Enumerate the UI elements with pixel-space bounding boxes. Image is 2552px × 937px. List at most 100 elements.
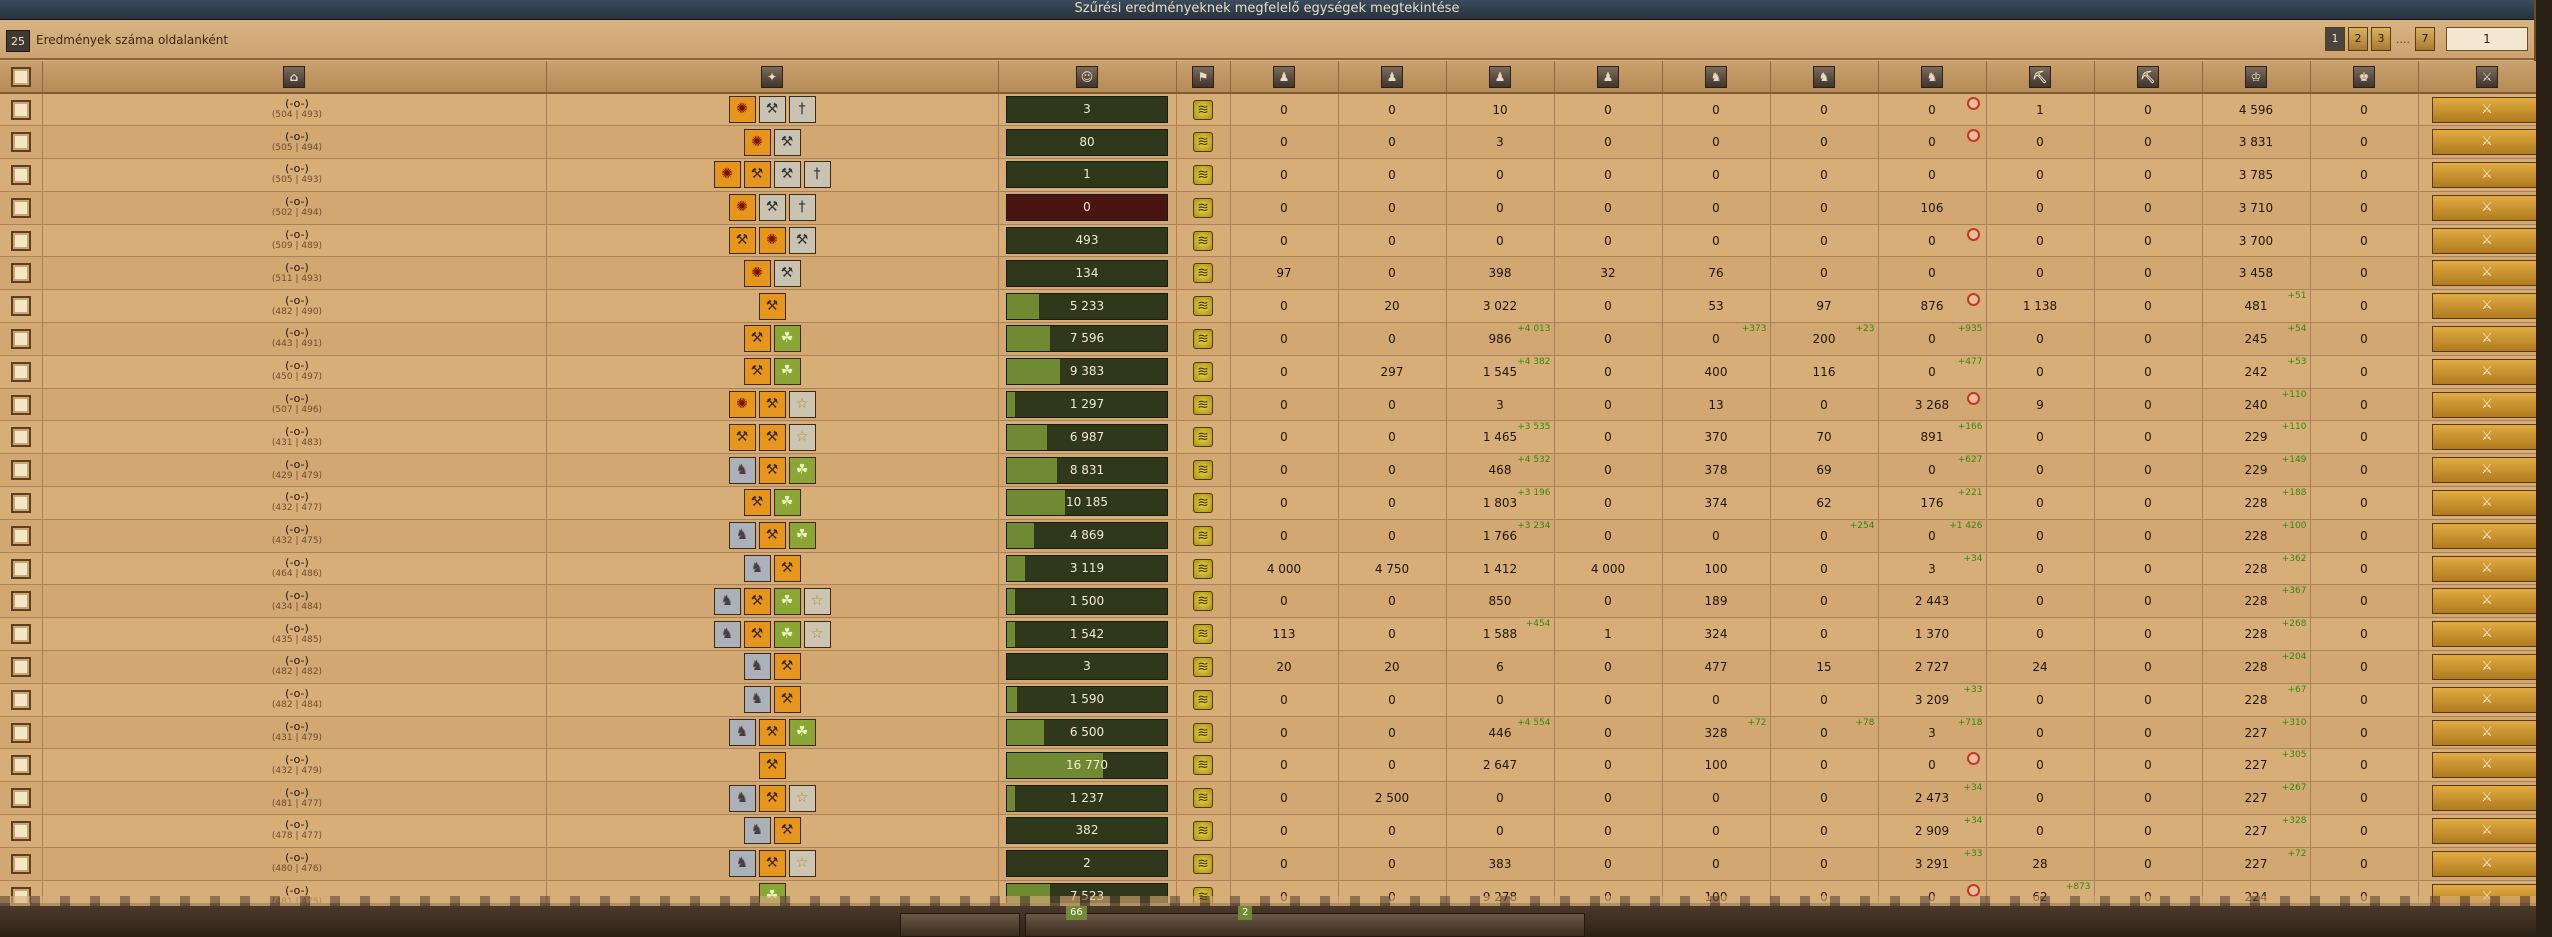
village-name[interactable]: (-o-)	[49, 688, 546, 700]
axe-effect-icon[interactable]: ⚒	[758, 194, 786, 222]
village-name[interactable]: (-o-)	[49, 557, 546, 569]
animal-effect-icon[interactable]: ♞	[728, 719, 756, 747]
mace-effect-icon[interactable]: ⚒	[743, 358, 771, 386]
star-icon[interactable]: ☆	[803, 587, 831, 615]
axe-effect-icon[interactable]: ⚒	[773, 128, 801, 156]
send-units-button[interactable]: ⚔	[2432, 358, 2542, 385]
mace-effect-icon[interactable]: ⚒	[758, 850, 786, 878]
mace-effect-icon[interactable]: ⚒	[758, 522, 786, 550]
col-header-axe-fighter[interactable]: ♟	[1446, 61, 1555, 94]
attack-rune-icon[interactable]: ✺	[743, 259, 771, 287]
star-icon[interactable]: ☆	[788, 391, 816, 419]
row-checkbox[interactable]	[10, 853, 31, 874]
village-name[interactable]: (-o-)	[49, 261, 546, 274]
col-header-ram[interactable]: ⛏	[1986, 61, 2095, 94]
village-name[interactable]: (-o-)	[49, 721, 546, 733]
row-checkbox[interactable]	[10, 394, 31, 415]
green-seal-icon[interactable]: ☘	[773, 325, 801, 353]
mace-effect-icon[interactable]: ⚒	[758, 456, 786, 484]
row-checkbox[interactable]	[10, 788, 31, 809]
col-header-action[interactable]: ⚔	[2418, 61, 2552, 94]
village-name[interactable]: (-o-)	[49, 425, 546, 438]
mace-effect-icon[interactable]: ⚒	[758, 751, 786, 779]
village-cell[interactable]: (-o-) (464 | 486)	[42, 552, 547, 586]
mace-effect-icon[interactable]: ⚒	[773, 653, 801, 681]
animal-effect-icon[interactable]: ♞	[728, 456, 756, 484]
mace-effect-icon[interactable]: ⚒	[758, 719, 786, 747]
row-checkbox[interactable]	[10, 656, 31, 677]
send-units-button[interactable]: ⚔	[2432, 621, 2542, 648]
page-3-button[interactable]: 3	[2371, 27, 2391, 51]
send-units-button[interactable]: ⚔	[2432, 227, 2542, 254]
village-cell[interactable]: (-o-) (509 | 489)	[42, 224, 547, 258]
village-cell[interactable]: (-o-) (432 | 477)	[42, 486, 547, 520]
axe-effect-icon[interactable]: ⚒	[773, 161, 801, 189]
footer-tab-center[interactable]: 66 2	[1025, 906, 1585, 937]
row-checkbox[interactable]	[10, 427, 31, 448]
village-cell[interactable]: (-o-) (481 | 477)	[42, 781, 547, 816]
village-name[interactable]: (-o-)	[49, 229, 546, 241]
row-checkbox[interactable]	[10, 689, 31, 710]
animal-effect-icon[interactable]: ♞	[713, 587, 741, 615]
mace-effect-icon[interactable]: ⚒	[758, 292, 786, 320]
send-units-button[interactable]: ⚔	[2432, 752, 2542, 779]
mace-effect-icon[interactable]: ⚒	[773, 817, 801, 845]
row-checkbox[interactable]	[10, 164, 31, 185]
village-cell[interactable]: (-o-) (502 | 494)	[42, 191, 547, 225]
animal-effect-icon[interactable]: ♞	[743, 653, 771, 681]
send-units-button[interactable]: ⚔	[2432, 686, 2542, 713]
send-units-button[interactable]: ⚔	[2432, 96, 2542, 123]
mace-effect-icon[interactable]: ⚒	[743, 587, 771, 615]
star-icon[interactable]: ☆	[788, 423, 816, 451]
send-units-button[interactable]: ⚔	[2432, 850, 2542, 877]
row-checkbox[interactable]	[10, 99, 31, 120]
send-units-button[interactable]: ⚔	[2432, 489, 2542, 516]
green-seal-icon[interactable]: ☘	[788, 522, 816, 550]
village-name[interactable]: (-o-)	[49, 524, 546, 536]
footer-tab-left[interactable]	[900, 913, 1020, 937]
village-cell[interactable]: (-o-) (478 | 477)	[42, 814, 547, 848]
village-cell[interactable]: (-o-) (429 | 479)	[42, 453, 547, 488]
green-seal-icon[interactable]: ☘	[773, 620, 801, 648]
village-cell[interactable]: (-o-) (432 | 479)	[42, 748, 547, 783]
col-header-mounted-archer[interactable]: ♞	[1770, 61, 1879, 94]
axe-effect-icon[interactable]: ⚒	[758, 96, 786, 124]
village-cell[interactable]: (-o-) (507 | 496)	[42, 388, 547, 422]
scrollbar-track[interactable]	[2536, 0, 2552, 937]
village-cell[interactable]: (-o-) (432 | 475)	[42, 519, 547, 553]
send-units-button[interactable]: ⚔	[2432, 555, 2542, 582]
results-per-page-selector[interactable]: 25	[6, 30, 30, 52]
village-cell[interactable]: (-o-) (482 | 484)	[42, 683, 547, 717]
col-header-snob[interactable]: ♚	[2310, 61, 2419, 94]
send-units-button[interactable]: ⚔	[2432, 522, 2542, 549]
village-name[interactable]: (-o-)	[49, 753, 546, 766]
mace-effect-icon[interactable]: ⚒	[728, 227, 756, 255]
animal-effect-icon[interactable]: ♞	[743, 686, 771, 714]
mace-effect-icon[interactable]: ⚒	[758, 391, 786, 419]
attack-rune-icon[interactable]: ✺	[713, 161, 741, 189]
send-units-button[interactable]: ⚔	[2432, 817, 2542, 844]
col-header-catapult[interactable]: ⛏	[2094, 61, 2203, 94]
village-name[interactable]: (-o-)	[49, 393, 546, 405]
row-checkbox[interactable]	[10, 328, 31, 349]
send-units-button[interactable]: ⚔	[2432, 588, 2542, 615]
star-icon[interactable]: ☆	[788, 850, 816, 878]
row-checkbox[interactable]	[10, 820, 31, 841]
village-name[interactable]: (-o-)	[49, 655, 546, 667]
row-checkbox[interactable]	[10, 197, 31, 218]
sword-effect-icon[interactable]: †	[788, 194, 816, 222]
send-units-button[interactable]: ⚔	[2432, 194, 2542, 221]
attack-rune-icon[interactable]: ✺	[728, 96, 756, 124]
village-cell[interactable]: (-o-) (443 | 491)	[42, 322, 547, 356]
row-checkbox[interactable]	[10, 558, 31, 579]
page-number-input[interactable]: 1	[2446, 27, 2528, 51]
village-cell[interactable]: (-o-) (435 | 485)	[42, 617, 547, 652]
row-checkbox[interactable]	[10, 460, 31, 481]
send-units-button[interactable]: ⚔	[2432, 719, 2542, 746]
attack-rune-icon[interactable]: ✺	[728, 391, 756, 419]
mace-effect-icon[interactable]: ⚒	[728, 423, 756, 451]
village-name[interactable]: (-o-)	[49, 786, 546, 799]
row-checkbox[interactable]	[10, 263, 31, 284]
page-2-button[interactable]: 2	[2348, 27, 2368, 51]
send-units-button[interactable]: ⚔	[2432, 293, 2542, 320]
